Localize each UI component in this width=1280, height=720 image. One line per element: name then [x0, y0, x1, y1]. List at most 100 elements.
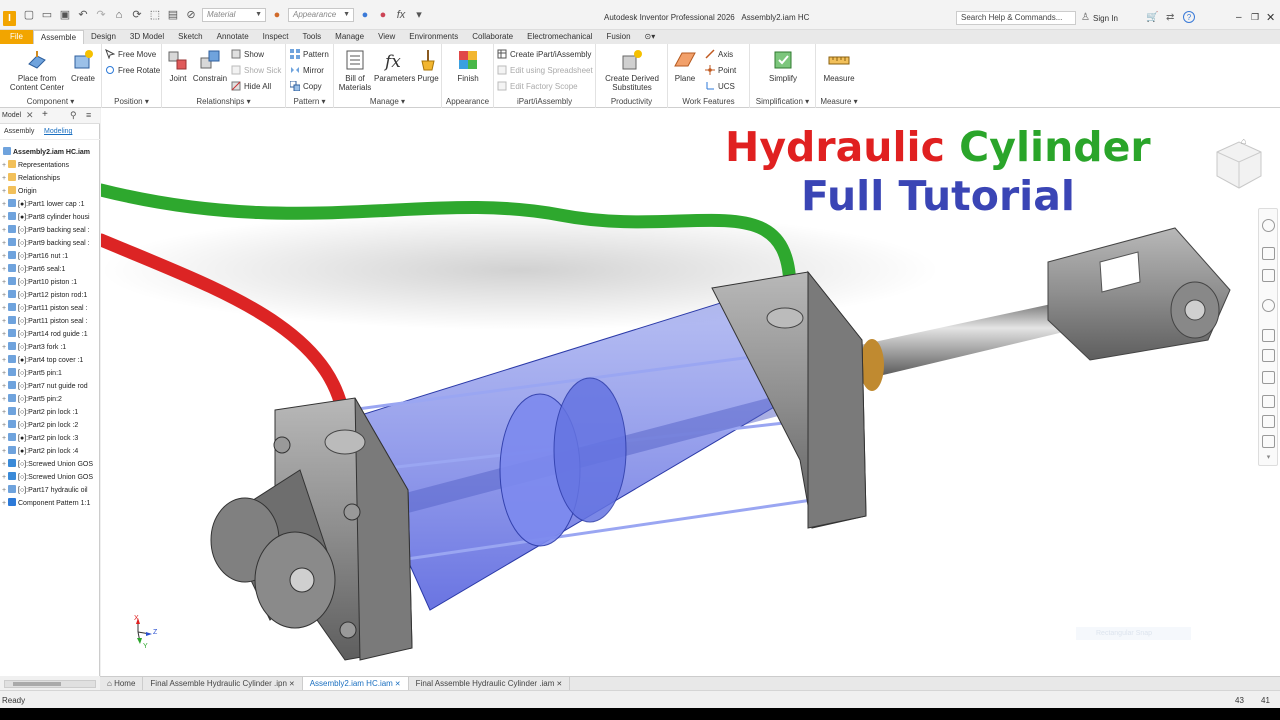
tree-item[interactable]: + [○]:Part9 backing seal : — [0, 237, 100, 250]
expand-icon[interactable]: + — [0, 497, 8, 510]
exchange-icon[interactable]: ⇄ — [1166, 12, 1174, 23]
expand-icon[interactable]: + — [0, 341, 8, 354]
constrain-button[interactable]: Constrain — [191, 48, 229, 83]
parameters-button[interactable]: fx Parameters — [374, 48, 415, 83]
tab-file[interactable]: File — [0, 30, 33, 44]
tab-inspect[interactable]: Inspect — [256, 30, 296, 44]
create-component-button[interactable]: Create — [68, 48, 98, 83]
new-file-icon[interactable]: ▢ — [22, 8, 36, 22]
tree-item[interactable]: + [●]:Part1 lower cap :1 — [0, 198, 100, 211]
minimize-icon[interactable]: – — [1236, 12, 1242, 23]
tree-item[interactable]: + [○]:Part11 piston seal : — [0, 315, 100, 328]
tree-item[interactable]: + [○]:Part12 piston rod:1 — [0, 289, 100, 302]
zoom-icon[interactable] — [1262, 269, 1275, 282]
expand-icon[interactable]: + — [0, 172, 8, 185]
tree-item[interactable]: + Relationships — [0, 172, 100, 185]
open-folder-icon[interactable]: ▭ — [40, 8, 54, 22]
steering-wheel-icon[interactable] — [1262, 219, 1275, 232]
simplify-button[interactable]: Simplify — [767, 48, 799, 83]
update-icon[interactable]: ⟳ — [130, 8, 144, 22]
place-from-content-center-button[interactable]: Place from Content Center — [6, 48, 68, 92]
zoom-selected-icon[interactable] — [1262, 371, 1275, 384]
panel-title[interactable]: Position ▾ — [102, 97, 161, 106]
expand-icon[interactable]: + — [0, 432, 8, 445]
expand-icon[interactable]: + — [0, 302, 8, 315]
close-tab-icon[interactable]: ✕ — [287, 681, 295, 688]
close-icon[interactable]: ✕ — [1266, 11, 1275, 24]
color-override-icon[interactable]: ● — [358, 8, 372, 22]
expand-icon[interactable]: + — [0, 354, 8, 367]
model-tab[interactable]: Model — [2, 112, 21, 119]
tree-item[interactable]: + [○]:Part5 pin:2 — [0, 393, 100, 406]
expand-icon[interactable]: + — [0, 315, 8, 328]
expand-icon[interactable]: + — [0, 458, 8, 471]
add-tab-icon[interactable]: + — [42, 109, 48, 120]
undo-icon[interactable]: ↶ — [76, 8, 90, 22]
home-tab[interactable]: ⌂ Home — [100, 677, 144, 690]
finish-button[interactable]: Finish — [454, 48, 482, 83]
search-box[interactable]: Search Help & Commands... — [956, 11, 1076, 25]
scroll-track[interactable] — [4, 680, 96, 688]
tab-manage[interactable]: Manage — [328, 30, 371, 44]
panel-title[interactable]: Simplification ▾ — [750, 97, 815, 106]
expand-icon[interactable]: + — [0, 276, 8, 289]
look-at-icon[interactable] — [1262, 329, 1275, 342]
inventor-logo[interactable]: I — [3, 11, 16, 26]
nav-more-icon[interactable]: ▾ — [1262, 453, 1275, 461]
axis-button[interactable]: Axis — [705, 49, 733, 59]
tree-item[interactable]: + [●]:Part8 cylinder housi — [0, 211, 100, 224]
tab-tools[interactable]: Tools — [295, 30, 328, 44]
tree-item[interactable]: + Representations — [0, 159, 100, 172]
orbit-icon[interactable] — [1262, 299, 1275, 312]
tree-item[interactable]: + [○]:Part11 piston seal : — [0, 302, 100, 315]
expand-icon[interactable]: + — [0, 159, 8, 172]
user-icon[interactable]: ♙ — [1081, 12, 1090, 23]
expand-icon[interactable]: + — [0, 419, 8, 432]
home-icon[interactable]: ⌂ — [112, 8, 126, 22]
expand-icon[interactable]: + — [0, 328, 8, 341]
scroll-thumb[interactable] — [13, 682, 61, 686]
joint-button[interactable]: Joint — [165, 48, 191, 83]
tree-item[interactable]: + [○]:Part7 nut guide rod — [0, 380, 100, 393]
tree-item[interactable]: + [○]:Part17 hydraulic oil — [0, 484, 100, 497]
cylinder-model[interactable]: X Z Y — [101, 108, 1280, 676]
hide-all-button[interactable]: Hide All — [231, 81, 271, 91]
bill-of-materials-button[interactable]: Bill of Materials — [336, 48, 374, 92]
customize-icon[interactable]: ▾ — [412, 8, 426, 22]
pattern-button[interactable]: Pattern — [290, 49, 329, 59]
tree-item[interactable]: + [●]:Part2 pin lock :3 — [0, 432, 100, 445]
tab-design[interactable]: Design — [84, 30, 123, 44]
properties-icon[interactable]: ▤ — [166, 8, 180, 22]
tree-item[interactable]: + [○]:Part9 backing seal : — [0, 224, 100, 237]
redo-icon[interactable]: ↷ — [94, 8, 108, 22]
tree-item[interactable]: + [○]:Part5 pin:1 — [0, 367, 100, 380]
fx-icon[interactable]: fx — [394, 8, 408, 22]
expand-icon[interactable]: + — [0, 185, 8, 198]
tree-root[interactable]: Assembly2.iam HC.iam — [0, 146, 100, 159]
create-derived-substitutes-button[interactable]: Create Derived Substitutes — [600, 48, 664, 92]
panel-title[interactable]: Component ▾ — [0, 97, 101, 106]
menu-icon[interactable]: ≡ — [86, 110, 91, 120]
panel-title[interactable]: Pattern ▾ — [286, 97, 333, 106]
free-move-button[interactable]: Free Move — [105, 49, 156, 59]
show-button[interactable]: Show — [231, 49, 264, 59]
expand-icon[interactable]: + — [0, 406, 8, 419]
view-cube[interactable] — [1213, 136, 1265, 194]
panel-title[interactable]: Relationships ▾ — [162, 97, 285, 106]
assembly-subtab[interactable]: Assembly — [4, 128, 34, 135]
purge-button[interactable]: Purge — [416, 48, 440, 83]
ribbon-options-icon[interactable]: ⊙▾ — [638, 30, 663, 44]
tab-3d-model[interactable]: 3D Model — [123, 30, 171, 44]
section-icon[interactable] — [1262, 435, 1275, 448]
graphics-viewport[interactable]: X Z Y Hydraulic Cylinder Full Tutorial ⌂… — [101, 108, 1280, 676]
tab-annotate[interactable]: Annotate — [210, 30, 256, 44]
panel-title[interactable]: Measure ▾ — [816, 97, 862, 106]
cart-icon[interactable]: 🛒 — [1146, 12, 1158, 23]
tree-item[interactable]: + [●]:Part4 top cover :1 — [0, 354, 100, 367]
restore-icon[interactable]: ❐ — [1251, 12, 1259, 23]
expand-icon[interactable]: + — [0, 393, 8, 406]
tree-item[interactable]: + [○]:Screwed Union GOS — [0, 458, 100, 471]
tab-electromechanical[interactable]: Electromechanical — [520, 30, 599, 44]
tree-item[interactable]: + [○]:Part3 fork :1 — [0, 341, 100, 354]
tab-environments[interactable]: Environments — [402, 30, 465, 44]
